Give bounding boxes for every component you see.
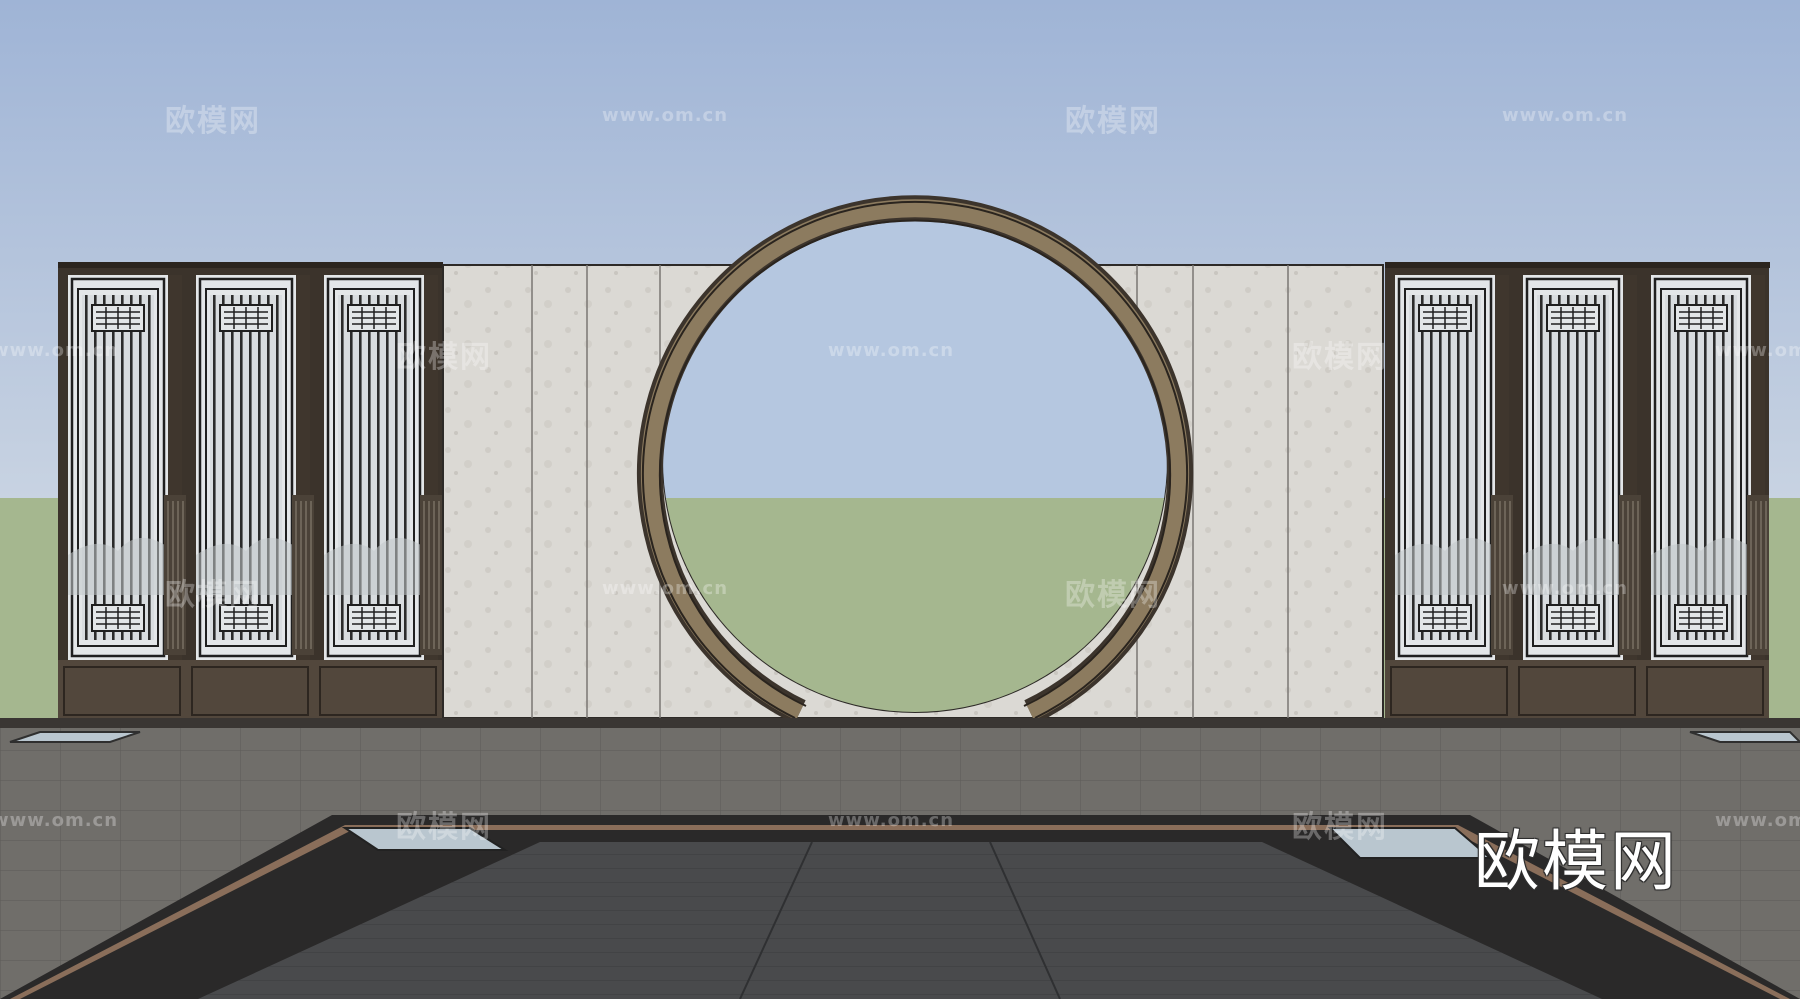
wall-base [0, 718, 1800, 728]
right-lattice-screens [1383, 262, 1771, 722]
brand-logo: 欧模网 [1474, 823, 1678, 900]
left-lattice-screens [56, 262, 444, 722]
scene: 欧模网 www.om.cn 欧模网 www.om.cn www.om.cn 欧模… [0, 0, 1800, 999]
